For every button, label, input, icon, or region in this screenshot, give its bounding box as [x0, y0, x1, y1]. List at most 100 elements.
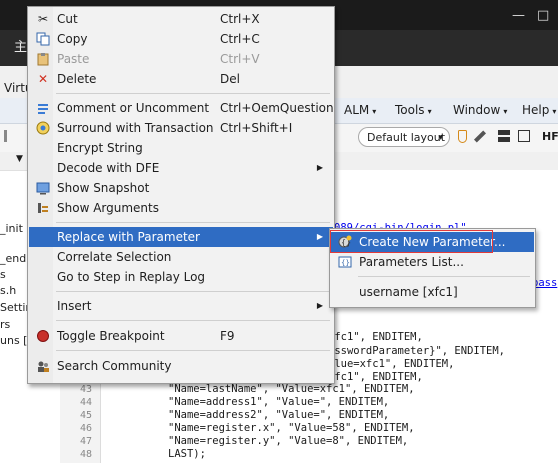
- menu-item-replace-with-parameter[interactable]: Replace with Parameter ▶: [29, 227, 333, 247]
- comment-icon: [36, 101, 50, 115]
- menu-item-label: Replace with Parameter: [57, 230, 200, 244]
- menu-help-label: Help: [522, 103, 550, 117]
- menu-item-insert[interactable]: Insert ▶: [29, 296, 333, 316]
- line-number: 46: [80, 423, 93, 434]
- menu-alm-label: ALM: [344, 103, 370, 117]
- line-number: 48: [80, 449, 93, 460]
- code-line: "Name=address1", "Value=", ENDITEM,: [168, 396, 389, 408]
- menu-item-label: Search Community: [57, 359, 172, 373]
- maximize-button[interactable]: □: [537, 8, 549, 23]
- submenu-item-label: username [xfc1]: [359, 285, 458, 299]
- menu-window-label: Window: [453, 103, 501, 117]
- svg-text:{}: {}: [341, 259, 350, 267]
- menu-item-comment[interactable]: Comment or Uncomment Ctrl+OemQuestion: [29, 98, 334, 118]
- code-text: xfc1", ENDITEM,: [328, 371, 423, 383]
- submenu-item-parameters-list[interactable]: {} Parameters List...: [331, 252, 534, 272]
- code-text: "Name=register.y", "Value=8", ENDITEM,: [168, 435, 409, 447]
- shield-icon[interactable]: [458, 130, 467, 143]
- annotation-highlight-box: [330, 230, 493, 253]
- toolbar-grip-icon: [4, 130, 7, 142]
- layout-select[interactable]: Default layout ▾: [358, 127, 450, 147]
- transaction-icon: [36, 121, 50, 135]
- chevron-down-icon: ▾: [372, 107, 377, 116]
- line-number: 43: [80, 384, 93, 395]
- menu-help[interactable]: Help ▾: [522, 103, 556, 117]
- code-text: "Name=address1", "Value=", ENDITEM,: [168, 396, 390, 408]
- menu-separator: [56, 222, 330, 223]
- menu-item-label: Cut: [57, 12, 78, 26]
- tree-item[interactable]: _init: [0, 222, 23, 235]
- menu-item-label: Toggle Breakpoint: [57, 329, 165, 343]
- line-number: 44: [80, 397, 93, 408]
- code-line: asswordParameter}", ENDITEM,: [328, 345, 505, 357]
- menu-item-encrypt-string[interactable]: Encrypt String: [29, 138, 333, 158]
- submenu-item-label: Parameters List...: [359, 255, 464, 269]
- menu-item-show-arguments[interactable]: Show Arguments: [29, 198, 333, 218]
- minimize-button[interactable]: —: [512, 8, 525, 23]
- code-text: "Name=lastName", "Value=xfc1", ENDITEM,: [168, 383, 415, 395]
- chevron-right-icon: ▶: [316, 163, 323, 172]
- chevron-right-icon: ▶: [316, 232, 323, 241]
- code-line: LAST);: [168, 448, 206, 460]
- tree-item[interactable]: s: [0, 268, 6, 281]
- parameters-list-icon: {}: [338, 255, 352, 269]
- menu-item-label: Surround with Transaction: [57, 121, 214, 135]
- menu-item-paste[interactable]: Paste Ctrl+V: [29, 49, 333, 69]
- menu-item-surround-transaction[interactable]: Surround with Transaction Ctrl+Shift+I: [29, 118, 333, 138]
- menu-item-delete[interactable]: ✕ Delete Del: [29, 69, 333, 89]
- code-text: "Name=register.x", "Value=58", ENDITEM,: [168, 422, 415, 434]
- pen-icon[interactable]: [473, 130, 487, 143]
- menu-item-correlate-selection[interactable]: Correlate Selection: [29, 247, 333, 267]
- menu-item-cut[interactable]: ✂ Cut Ctrl+X: [29, 9, 333, 29]
- menu-item-copy[interactable]: Copy Ctrl+C: [29, 29, 333, 49]
- snapshot-icon: [36, 181, 50, 195]
- tree-item[interactable]: _end: [0, 252, 26, 265]
- code-text: alue=xfc1", ENDITEM,: [328, 358, 455, 370]
- code-line: "Name=register.y", "Value=8", ENDITEM,: [168, 435, 408, 447]
- menu-alm[interactable]: ALM ▾: [344, 103, 376, 117]
- menu-item-decode-dfe[interactable]: Decode with DFE ▶: [29, 158, 333, 178]
- menu-item-shortcut: Ctrl+V: [220, 52, 260, 66]
- menu-item-shortcut: F9: [220, 329, 235, 343]
- menu-item-label: Correlate Selection: [57, 250, 172, 264]
- breakpoint-icon: [36, 329, 50, 343]
- grid-icon[interactable]: [498, 130, 510, 142]
- menu-item-show-snapshot[interactable]: Show Snapshot: [29, 178, 333, 198]
- menu-item-label: Show Snapshot: [57, 181, 150, 195]
- menu-separator: [56, 93, 330, 94]
- chevron-down-icon: ▾: [427, 107, 432, 116]
- copy-icon: [36, 32, 50, 46]
- hp-label[interactable]: HF: [542, 130, 558, 143]
- chevron-down-icon[interactable]: ▼: [16, 154, 23, 164]
- scissors-icon: ✂: [37, 12, 49, 26]
- tree-item[interactable]: rs: [0, 318, 10, 331]
- line-number: 47: [80, 436, 93, 447]
- menu-window[interactable]: Window ▾: [453, 103, 507, 117]
- code-line: xfc1", ENDITEM,: [328, 331, 423, 343]
- menu-item-shortcut: Ctrl+OemQuestion: [220, 101, 334, 115]
- submenu-item-username[interactable]: username [xfc1]: [331, 282, 534, 302]
- window-icon[interactable]: [518, 130, 530, 142]
- code-text: "Name=address2", "Value=", ENDITEM,: [168, 409, 390, 421]
- menu-item-label: Comment or Uncomment: [57, 101, 210, 115]
- code-text: LAST);: [168, 448, 206, 460]
- menu-tools[interactable]: Tools ▾: [395, 103, 432, 117]
- menu-item-shortcut: Ctrl+Shift+I: [220, 121, 293, 135]
- chevron-down-icon: ▾: [438, 133, 443, 143]
- tree-item[interactable]: s.h: [0, 284, 16, 297]
- community-icon: [36, 359, 50, 373]
- menu-item-shortcut: Del: [220, 72, 240, 86]
- menu-item-label: Encrypt String: [57, 141, 143, 155]
- menu-item-label: Decode with DFE: [57, 161, 160, 175]
- menu-item-search-community[interactable]: Search Community: [29, 356, 333, 376]
- menu-item-label: Paste: [57, 52, 90, 66]
- chevron-down-icon: ▾: [552, 107, 557, 116]
- code-text: asswordParameter}", ENDITEM,: [328, 345, 506, 357]
- code-line: "Name=register.x", "Value=58", ENDITEM,: [168, 422, 415, 434]
- chevron-down-icon: ▾: [503, 107, 508, 116]
- line-number: 45: [80, 410, 93, 421]
- layout-select-value: Default layout: [367, 131, 446, 144]
- menu-item-goto-replay-log[interactable]: Go to Step in Replay Log: [29, 267, 333, 287]
- delete-icon: ✕: [37, 72, 49, 86]
- menu-item-toggle-breakpoint[interactable]: Toggle Breakpoint F9: [29, 326, 333, 346]
